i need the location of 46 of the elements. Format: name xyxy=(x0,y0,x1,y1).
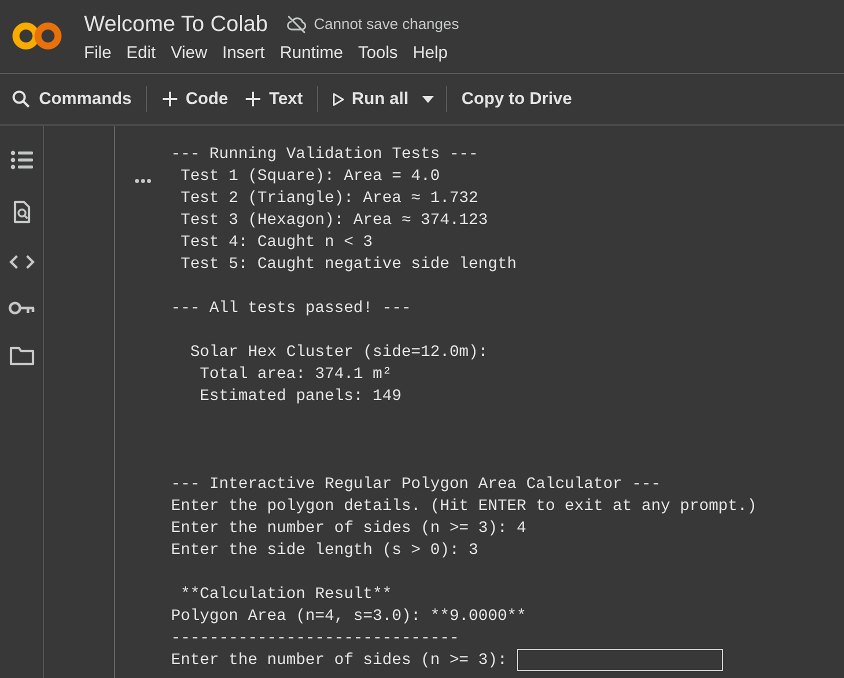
colab-logo-icon xyxy=(12,21,62,51)
add-button[interactable]: Code xyxy=(152,85,236,113)
code-icon[interactable] xyxy=(8,254,34,270)
output-line: Polygon Area (n=4, s=3.0): **9.0000** xyxy=(171,606,528,627)
list-icon[interactable] xyxy=(10,150,34,170)
output-line: Enter the polygon details. (Hit ENTER to exit at any prompt.) xyxy=(171,496,757,517)
commands-button[interactable]: Commands xyxy=(10,84,140,114)
output-line: --- All tests passed! --- xyxy=(171,298,412,319)
search-icon xyxy=(10,88,32,110)
folder-icon[interactable] xyxy=(8,346,34,366)
output-line: Test 2 (Triangle): Area ≈ 1.732 xyxy=(180,188,480,209)
cloud-off-icon xyxy=(286,13,308,35)
output-line: Enter the number of sides (n >= 3): 4 xyxy=(171,518,528,539)
output-line: Test 1 (Square): Area = 4.0 xyxy=(180,166,441,187)
menu-item[interactable]: Tools xyxy=(358,43,398,63)
save-status: Cannot save changes xyxy=(314,16,459,32)
add-button[interactable]: Text xyxy=(236,85,311,113)
input-prompt: Enter the number of sides (n >= 3): xyxy=(171,650,508,671)
output-line: **Calculation Result** xyxy=(180,584,393,605)
play-icon xyxy=(332,92,345,106)
plus-icon xyxy=(244,90,262,108)
output-line: Enter the side length (s > 0): 3 xyxy=(171,540,480,561)
output-line: Total area: 374.1 m² xyxy=(198,364,393,385)
key-icon[interactable] xyxy=(8,300,36,316)
output-line: --- Running Validation Tests --- xyxy=(171,144,480,165)
output-line: --- Interactive Regular Polygon Area Calculator --- xyxy=(171,474,662,495)
plus-icon xyxy=(160,90,179,108)
output-line: Test 3 (Hexagon): Area ≈ 374.123 xyxy=(180,210,489,231)
menu-item[interactable]: Edit xyxy=(126,43,156,63)
menu-item[interactable]: Help xyxy=(412,43,448,63)
menu-item[interactable]: View xyxy=(170,43,208,63)
output-line: ------------------------------ xyxy=(171,628,460,649)
output-line: Estimated panels: 149 xyxy=(198,386,402,407)
menu-item[interactable]: Runtime xyxy=(280,43,344,63)
document-search-icon[interactable] xyxy=(12,200,32,224)
output-line: Solar Hex Cluster (side=12.0m): xyxy=(189,342,489,363)
menu-item[interactable]: File xyxy=(84,43,112,63)
input-field[interactable] xyxy=(516,649,723,671)
more-options-icon[interactable] xyxy=(135,179,151,183)
menu-item[interactable]: Insert xyxy=(222,43,265,63)
output-line: Test 5: Caught negative side length xyxy=(180,254,518,275)
run-all-button[interactable]: Run all xyxy=(324,85,416,113)
notebook-title[interactable]: Welcome To Colab xyxy=(84,11,268,37)
copy-to-drive-button[interactable]: Copy to Drive xyxy=(453,85,580,113)
output-line: Test 4: Caught n < 3 xyxy=(180,232,374,253)
caret-icon xyxy=(422,96,434,102)
